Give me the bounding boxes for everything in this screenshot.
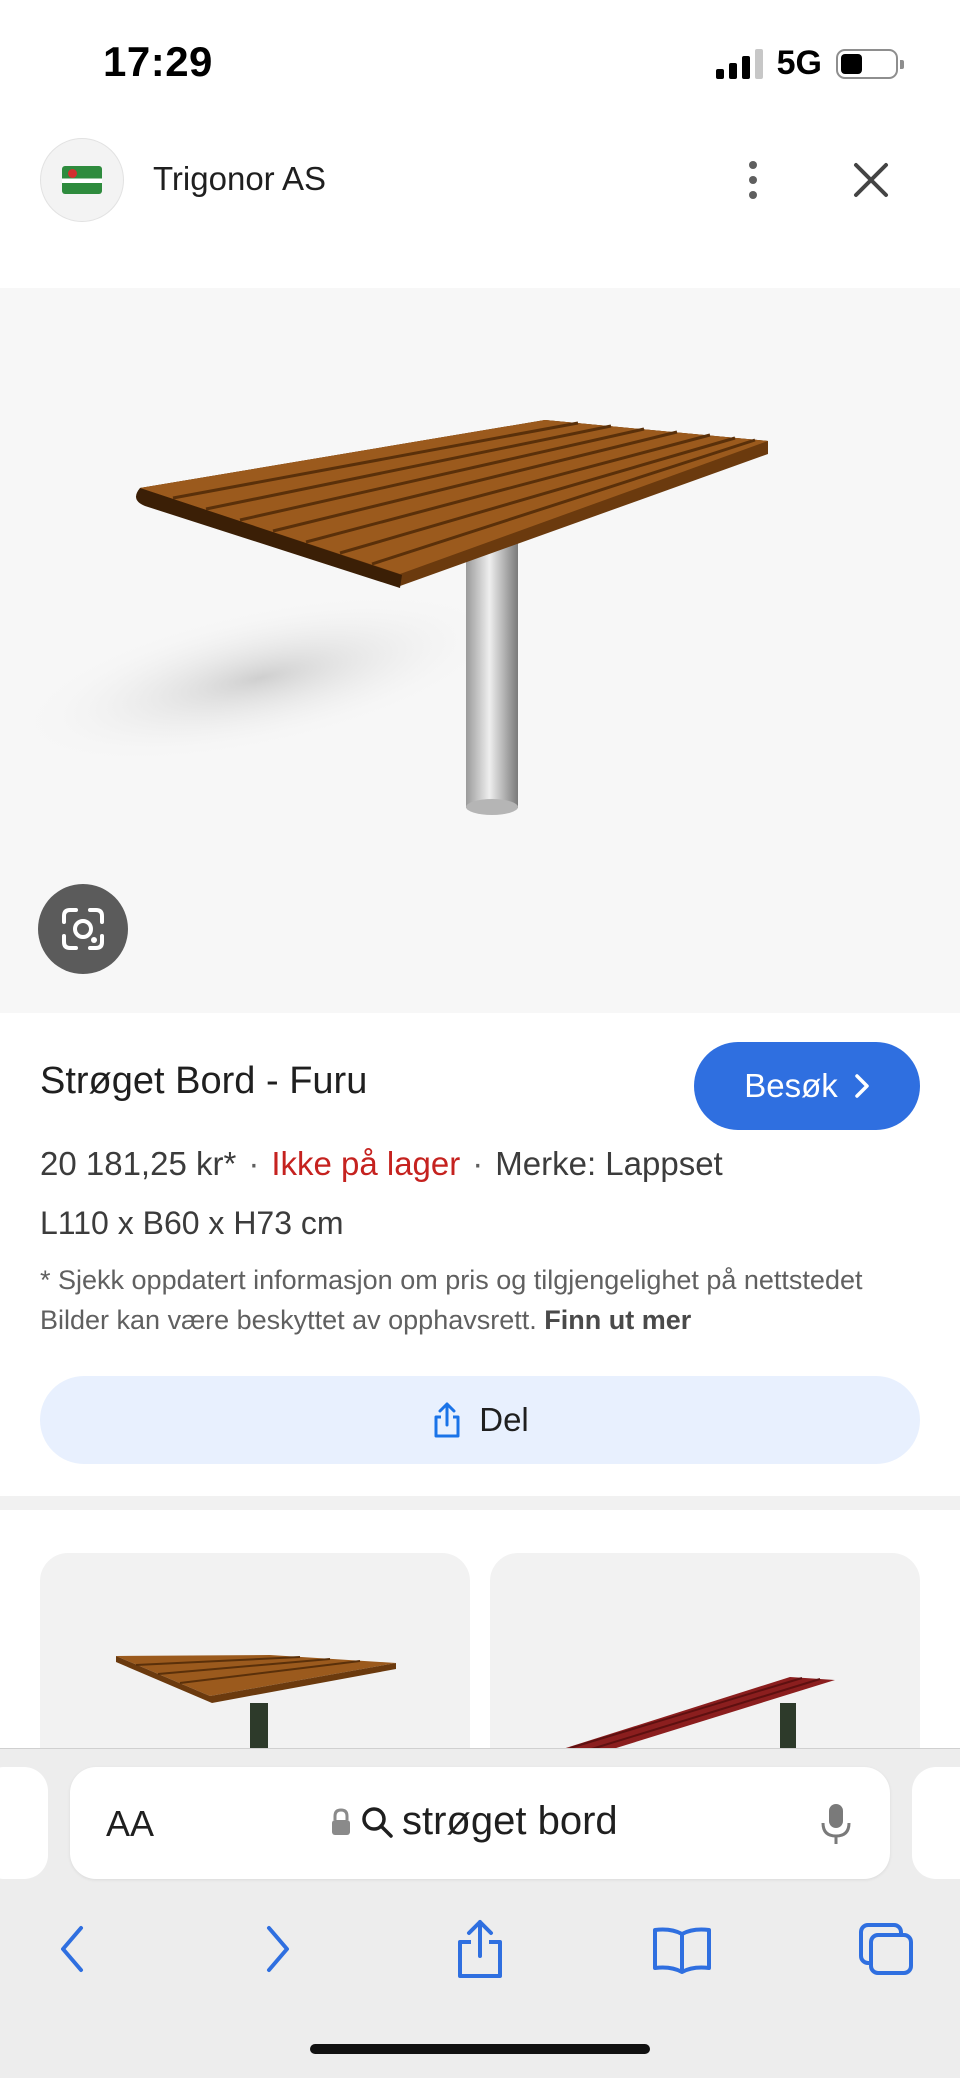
close-button[interactable] [846,155,896,205]
visit-button-label: Besøk [744,1067,838,1104]
chevron-right-icon [855,1074,869,1098]
site-name[interactable]: Trigonor AS [153,160,326,198]
forward-icon [267,1926,289,1972]
separator: · [472,1145,484,1182]
status-indicators: 5G [715,44,904,83]
related-result-card[interactable] [40,1553,470,1753]
learn-more-link[interactable]: Finn ut mer [544,1305,691,1335]
disclaimer: * Sjekk oppdatert informasjon om pris og… [40,1260,920,1340]
text-size-button[interactable]: AA [106,1803,154,1845]
microphone-icon[interactable] [820,1801,852,1847]
back-button[interactable] [32,1909,112,1989]
product-dimensions: L110 x B60 x H73 cm [40,1205,344,1241]
trigonor-logo-icon[interactable] [40,138,124,222]
tabs-icon [859,1923,913,1975]
share-icon [434,1402,460,1438]
url-text: strøget bord [402,1799,618,1843]
status-time: 17:29 [103,38,213,85]
product-title: Strøget Bord - Furu [40,1060,368,1102]
share-page-button[interactable] [440,1909,520,1989]
tabs-button[interactable] [846,1909,926,1989]
forward-button[interactable] [238,1909,318,1989]
close-icon [854,163,888,197]
status-bar: 17:29 5G [0,0,960,130]
browser-nav-row [0,1909,960,1989]
google-lens-icon [62,908,104,950]
more-options-button[interactable] [730,150,776,210]
related-bench-image [550,1677,835,1753]
visit-button[interactable]: Besøk [694,1042,920,1130]
bookmarks-button[interactable] [642,1909,722,1989]
section-divider [0,1496,960,1510]
address-bar[interactable]: AA strøget bord [70,1767,890,1879]
share-icon [458,1920,502,1978]
battery-icon [836,48,904,79]
share-button[interactable]: Del [40,1376,920,1464]
table-illustration [15,420,768,815]
product-meta: 20 181,25 kr* · Ikke på lager · Merke: L… [40,1145,723,1183]
address-content[interactable]: strøget bord [330,1799,618,1844]
related-result-card[interactable] [490,1553,920,1753]
signal-icon [715,48,763,79]
stock-status: Ikke på lager [271,1145,461,1182]
disclaimer-text: * Sjekk oppdatert informasjon om pris og… [40,1265,863,1335]
network-label: 5G [776,44,822,82]
google-lens-button[interactable] [38,884,128,974]
share-label: Del [479,1401,529,1438]
product-brand: Merke: Lappset [495,1145,723,1182]
product-price: 20 181,25 kr* [40,1145,237,1182]
back-icon [61,1926,83,1972]
search-icon [362,1806,393,1838]
next-tab-peek[interactable] [912,1767,960,1879]
bookmarks-icon [653,1927,711,1974]
related-table-image [116,1655,396,1753]
separator: · [248,1145,260,1182]
source-header: Trigonor AS [0,130,960,230]
previous-tab-peek[interactable] [0,1767,48,1879]
product-image[interactable] [0,288,960,1013]
lock-icon [332,1807,350,1835]
home-indicator[interactable] [310,2044,650,2054]
browser-toolbar: AA strøget bord [0,1748,960,2078]
